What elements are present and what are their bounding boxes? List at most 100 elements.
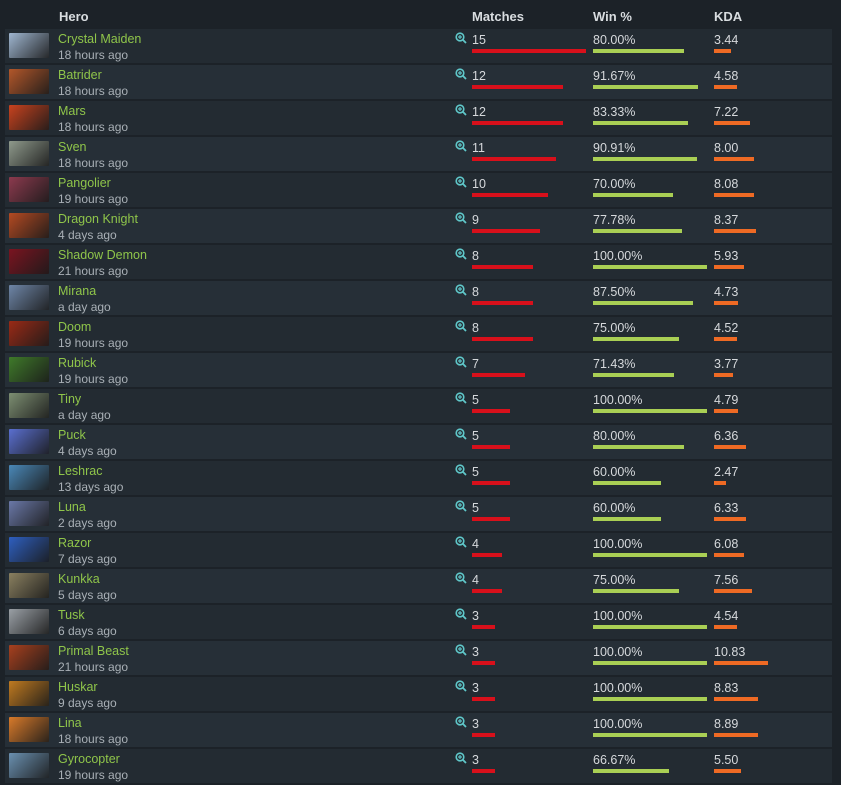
table-row[interactable]: Crystal Maiden 18 hours ago 15 80.00% 3.44 [5, 29, 832, 63]
hero-portrait[interactable] [9, 141, 49, 166]
hero-name-link[interactable]: Tiny [58, 392, 81, 406]
hero-name-link[interactable]: Sven [58, 140, 87, 154]
hero-portrait[interactable] [9, 681, 49, 706]
hero-name-link[interactable]: Luna [58, 500, 86, 514]
hero-name-link[interactable]: Pangolier [58, 176, 111, 190]
hero-portrait[interactable] [9, 285, 49, 310]
hero-portrait[interactable] [9, 105, 49, 130]
hero-portrait[interactable] [9, 645, 49, 670]
zoom-in-icon[interactable] [455, 320, 467, 332]
zoom-in-icon[interactable] [455, 212, 467, 224]
zoom-in-icon[interactable] [455, 104, 467, 116]
hero-portrait[interactable] [9, 429, 49, 454]
table-row[interactable]: Tusk 6 days ago 3 100.00% 4.54 [5, 605, 832, 639]
last-played: 18 hours ago [58, 156, 129, 170]
table-row[interactable]: Pangolier 19 hours ago 10 70.00% 8.08 [5, 173, 832, 207]
hero-portrait[interactable] [9, 177, 49, 202]
table-row[interactable]: Gyrocopter 19 hours ago 3 66.67% 5.50 [5, 749, 832, 783]
table-row[interactable]: Lina 18 hours ago 3 100.00% 8.89 [5, 713, 832, 747]
table-row[interactable]: Huskar 9 days ago 3 100.00% 8.83 [5, 677, 832, 711]
win-rate-bar [593, 373, 674, 377]
hero-name-link[interactable]: Lina [58, 716, 82, 730]
column-header-win[interactable]: Win % [593, 9, 632, 24]
table-row[interactable]: Razor 7 days ago 4 100.00% 6.08 [5, 533, 832, 567]
matches-bar [472, 517, 510, 521]
hero-name-link[interactable]: Kunkka [58, 572, 100, 586]
zoom-in-icon[interactable] [455, 284, 467, 296]
hero-portrait[interactable] [9, 321, 49, 346]
zoom-in-icon[interactable] [455, 716, 467, 728]
table-row[interactable]: Puck 4 days ago 5 80.00% 6.36 [5, 425, 832, 459]
table-row[interactable]: Mirana a day ago 8 87.50% 4.73 [5, 281, 832, 315]
hero-name-link[interactable]: Huskar [58, 680, 98, 694]
hero-portrait[interactable] [9, 33, 49, 58]
hero-name-link[interactable]: Batrider [58, 68, 102, 82]
hero-portrait[interactable] [9, 753, 49, 778]
table-row[interactable]: Tiny a day ago 5 100.00% 4.79 [5, 389, 832, 423]
zoom-in-icon[interactable] [455, 680, 467, 692]
table-row[interactable]: Doom 19 hours ago 8 75.00% 4.52 [5, 317, 832, 351]
hero-name-link[interactable]: Doom [58, 320, 91, 334]
zoom-in-icon[interactable] [455, 140, 467, 152]
hero-name-link[interactable]: Rubick [58, 356, 96, 370]
zoom-in-icon[interactable] [455, 752, 467, 764]
hero-portrait[interactable] [9, 717, 49, 742]
table-row[interactable]: Rubick 19 hours ago 7 71.43% 3.77 [5, 353, 832, 387]
hero-name-link[interactable]: Primal Beast [58, 644, 129, 658]
last-played: 4 days ago [58, 228, 117, 242]
table-row[interactable]: Dragon Knight 4 days ago 9 77.78% 8.37 [5, 209, 832, 243]
hero-portrait[interactable] [9, 357, 49, 382]
zoom-in-icon[interactable] [455, 536, 467, 548]
zoom-in-icon[interactable] [455, 428, 467, 440]
table-row[interactable]: Luna 2 days ago 5 60.00% 6.33 [5, 497, 832, 531]
zoom-in-icon[interactable] [455, 464, 467, 476]
matches-value: 5 [472, 429, 479, 443]
win-rate-bar [593, 481, 661, 485]
hero-name-link[interactable]: Mars [58, 104, 86, 118]
table-row[interactable]: Leshrac 13 days ago 5 60.00% 2.47 [5, 461, 832, 495]
table-row[interactable]: Batrider 18 hours ago 12 91.67% 4.58 [5, 65, 832, 99]
table-row[interactable]: Shadow Demon 21 hours ago 8 100.00% 5.93 [5, 245, 832, 279]
hero-portrait[interactable] [9, 609, 49, 634]
column-header-matches[interactable]: Matches [472, 9, 524, 24]
zoom-in-icon[interactable] [455, 392, 467, 404]
hero-portrait[interactable] [9, 537, 49, 562]
hero-name-link[interactable]: Tusk [58, 608, 85, 622]
matches-bar [472, 265, 533, 269]
table-row[interactable]: Kunkka 5 days ago 4 75.00% 7.56 [5, 569, 832, 603]
hero-portrait[interactable] [9, 465, 49, 490]
hero-name-link[interactable]: Razor [58, 536, 91, 550]
column-header-kda[interactable]: KDA [714, 9, 742, 24]
hero-portrait[interactable] [9, 213, 49, 238]
hero-portrait[interactable] [9, 501, 49, 526]
zoom-in-icon[interactable] [455, 356, 467, 368]
hero-name-link[interactable]: Gyrocopter [58, 752, 120, 766]
zoom-in-icon[interactable] [455, 68, 467, 80]
hero-name-link[interactable]: Puck [58, 428, 86, 442]
zoom-in-icon[interactable] [455, 32, 467, 44]
last-played: 19 hours ago [58, 372, 129, 386]
zoom-in-icon[interactable] [455, 572, 467, 584]
column-header-hero[interactable]: Hero [59, 9, 89, 24]
kda-value: 2.47 [714, 465, 739, 479]
hero-name-link[interactable]: Dragon Knight [58, 212, 138, 226]
zoom-in-icon[interactable] [455, 608, 467, 620]
hero-name-link[interactable]: Leshrac [58, 464, 102, 478]
hero-portrait[interactable] [9, 573, 49, 598]
matches-bar [472, 481, 510, 485]
table-row[interactable]: Primal Beast 21 hours ago 3 100.00% 10.83 [5, 641, 832, 675]
zoom-in-icon[interactable] [455, 500, 467, 512]
last-played: 18 hours ago [58, 120, 129, 134]
zoom-in-icon[interactable] [455, 644, 467, 656]
table-row[interactable]: Sven 18 hours ago 11 90.91% 8.00 [5, 137, 832, 171]
hero-name-link[interactable]: Crystal Maiden [58, 32, 141, 46]
zoom-in-icon[interactable] [455, 176, 467, 188]
zoom-in-icon[interactable] [455, 248, 467, 260]
table-row[interactable]: Mars 18 hours ago 12 83.33% 7.22 [5, 101, 832, 135]
hero-portrait[interactable] [9, 393, 49, 418]
hero-name-link[interactable]: Mirana [58, 284, 96, 298]
matches-value: 4 [472, 537, 479, 551]
hero-portrait[interactable] [9, 69, 49, 94]
hero-name-link[interactable]: Shadow Demon [58, 248, 147, 262]
hero-portrait[interactable] [9, 249, 49, 274]
